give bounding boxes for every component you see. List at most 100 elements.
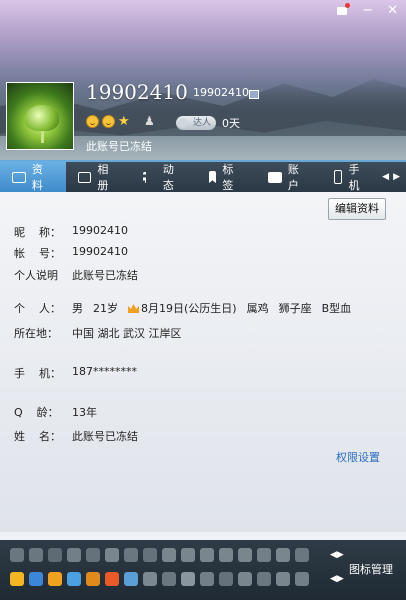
skin-icon: [336, 3, 351, 16]
pet-icon[interactable]: [67, 572, 81, 586]
qq-number: 19902410: [193, 86, 249, 99]
account-value: 19902410: [72, 245, 128, 258]
close-button[interactable]: ✕: [387, 4, 398, 20]
realname-row: 姓 名： 此账号已冻结: [14, 428, 138, 444]
tab-bar: 资料 相册 动态 标签 账户 手机 ◀ ▶: [0, 160, 406, 193]
icon-management-button[interactable]: 图标管理: [349, 561, 393, 577]
bio-label: 个人说明: [14, 269, 58, 282]
nickname-row: 昵 称： 19902410: [14, 224, 128, 240]
tab-phone[interactable]: 手机: [322, 161, 383, 193]
permission-settings-link[interactable]: 权限设置: [336, 449, 380, 465]
window-controls: − ✕: [336, 3, 398, 20]
status-badges: ★: [86, 115, 130, 128]
minimize-button[interactable]: −: [362, 4, 373, 20]
diamond-icon[interactable]: [162, 548, 176, 562]
age: 21岁: [93, 302, 118, 315]
icon-row-arrows-icon[interactable]: ◀▶: [330, 574, 344, 584]
account-label: 帐 号：: [14, 247, 61, 260]
circle-icon[interactable]: [238, 572, 252, 586]
level-days: 0天: [222, 117, 240, 130]
music-icon[interactable]: [86, 572, 100, 586]
heart-icon[interactable]: [10, 548, 24, 562]
tab-next-icon[interactable]: ▶: [393, 172, 400, 182]
tab-label: 资料: [31, 163, 43, 192]
list-icon: [143, 171, 157, 183]
crown-icon: [128, 304, 139, 313]
tab-account[interactable]: 账户: [256, 161, 322, 193]
location-value: 中国 湖北 武汉 江岸区: [72, 327, 182, 340]
icon-bar: ◀▶ ◀▶ 图标管理: [0, 540, 406, 600]
heart-icon[interactable]: [295, 548, 309, 562]
level-badge[interactable]: 达人 0天: [176, 115, 240, 131]
profile-header: − ✕ 19902410 19902410 ★ ♟ 达人 0天 此账号已冻结: [0, 0, 406, 160]
phone-row: 手 机： 187********: [14, 365, 137, 381]
constellation: 狮子座: [278, 302, 312, 315]
ticket-icon[interactable]: [276, 572, 290, 586]
camera-icon[interactable]: [257, 572, 271, 586]
signature: 此账号已冻结: [86, 140, 152, 153]
nickname-value: 19902410: [72, 224, 128, 237]
disc-icon[interactable]: [200, 572, 214, 586]
tab-feed[interactable]: 动态: [131, 161, 197, 193]
tab-profile[interactable]: 资料: [0, 161, 66, 193]
game-icon[interactable]: [105, 572, 119, 586]
avatar-sprout: [25, 105, 59, 131]
display-icon[interactable]: [143, 548, 157, 562]
tab-label: 相册: [97, 163, 109, 192]
app-icon[interactable]: [143, 572, 157, 586]
avatar[interactable]: [6, 82, 74, 150]
shield-icon[interactable]: [181, 572, 195, 586]
diamond-icon[interactable]: [238, 548, 252, 562]
personal-value: 男 21岁 8月19日(公历生日) 属鸡 狮子座 B型血: [72, 300, 361, 316]
qage-label: Q 龄：: [14, 406, 59, 419]
birthday: 8月19日(公历生日): [141, 302, 237, 315]
tab-tags[interactable]: 标签: [197, 161, 257, 193]
realname-label: 姓 名：: [14, 430, 61, 443]
mobile-icon[interactable]: [124, 572, 138, 586]
profile-content: 编辑资料 昵 称： 19902410 帐 号： 19902410 个人说明 此账…: [0, 192, 406, 532]
bag-icon[interactable]: [219, 572, 233, 586]
qzone-icon[interactable]: [48, 572, 62, 586]
diamond-icon[interactable]: [200, 548, 214, 562]
diamond-icon[interactable]: [219, 548, 233, 562]
sun-icon[interactable]: [86, 115, 99, 128]
qq-card-icon[interactable]: [249, 90, 259, 99]
icon-row-arrows-icon[interactable]: ◀▶: [330, 550, 344, 560]
diamond-icon[interactable]: [105, 548, 119, 562]
bookmark-icon: [208, 170, 217, 184]
account-row: 帐 号： 19902410: [14, 245, 128, 261]
tab-album[interactable]: 相册: [66, 161, 132, 193]
diamond-icon[interactable]: [181, 548, 195, 562]
tab-scroll: ◀ ▶: [382, 172, 406, 182]
edit-profile-button[interactable]: 编辑资料: [328, 198, 386, 220]
phone-label: 手 机：: [14, 367, 61, 380]
monitor-icon[interactable]: [124, 548, 138, 562]
photo-icon: [77, 171, 92, 183]
tab-label: 标签: [222, 163, 234, 192]
icon-row-1: [10, 548, 309, 562]
qq-show-icon[interactable]: [29, 572, 43, 586]
location-label: 所在地：: [14, 327, 58, 340]
tab-label: 账户: [287, 163, 299, 192]
star-icon[interactable]: ★: [118, 115, 130, 128]
nickname-label: 昵 称：: [14, 226, 61, 239]
heart-icon[interactable]: [29, 548, 43, 562]
profile-name: 19902410: [86, 80, 188, 104]
bird-icon[interactable]: [295, 572, 309, 586]
skin-button[interactable]: [336, 3, 351, 20]
diamond-icon[interactable]: [276, 548, 290, 562]
sun-icon[interactable]: [102, 115, 115, 128]
star-icon[interactable]: [257, 548, 271, 562]
blood-type: B型血: [321, 302, 352, 315]
tab-label: 手机: [348, 163, 360, 192]
level-label: 达人: [176, 116, 216, 130]
cup-icon[interactable]: [86, 548, 100, 562]
diamond-icon[interactable]: [67, 548, 81, 562]
tab-prev-icon[interactable]: ◀: [382, 172, 389, 182]
tab-label: 动态: [162, 163, 174, 192]
anchor-icon[interactable]: [48, 548, 62, 562]
realname-value: 此账号已冻结: [72, 430, 138, 443]
shield-icon[interactable]: [162, 572, 176, 586]
penguin-icon[interactable]: ♟: [144, 114, 158, 128]
star-icon[interactable]: [10, 572, 24, 586]
